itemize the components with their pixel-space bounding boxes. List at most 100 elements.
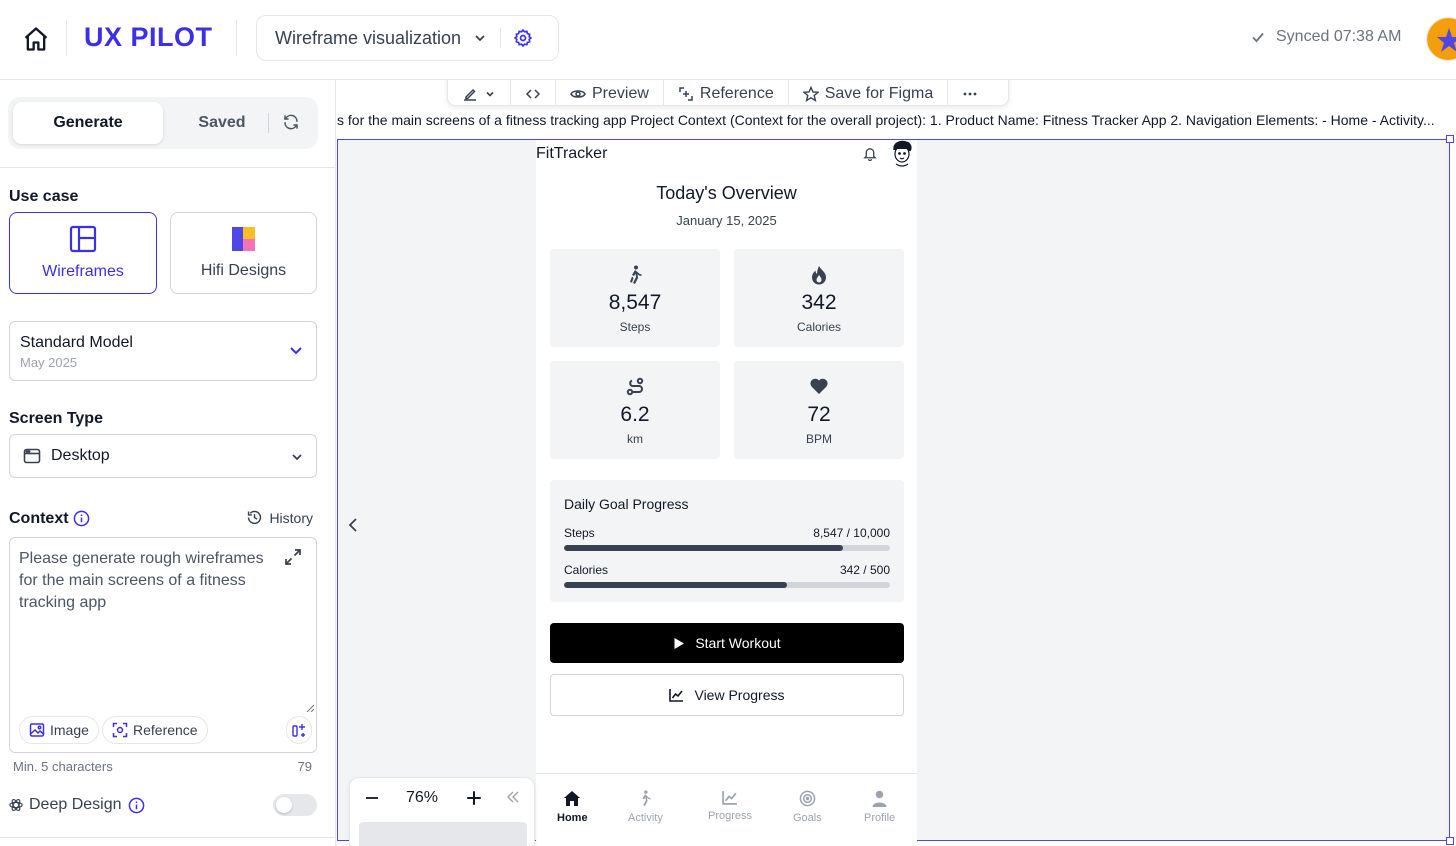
context-textarea[interactable]: Please generate rough wireframes for the… (9, 537, 317, 753)
nav-home[interactable]: Home (557, 790, 588, 824)
minimap-thumbnail[interactable] (359, 822, 527, 846)
prompt-preview: s for the main screens of a fitness trac… (337, 112, 1435, 128)
ai-enhance-button[interactable] (286, 716, 312, 744)
reference-chip-label: Reference (133, 722, 198, 738)
screen-type-selector[interactable]: Desktop (9, 434, 317, 478)
resize-handle[interactable] (1446, 135, 1454, 143)
character-count: 79 (297, 759, 312, 774)
chevron-left-icon[interactable] (345, 516, 361, 534)
model-version: May 2025 (20, 355, 78, 370)
route-icon (550, 377, 720, 397)
avatar[interactable] (890, 140, 914, 168)
heart-icon (734, 377, 904, 395)
use-case-wireframes-label: Wireframes (42, 263, 124, 280)
app-logo[interactable]: UX PILOT (84, 22, 213, 53)
play-icon (673, 637, 685, 650)
design-canvas[interactable]: Preview Reference Save for Figma s for t… (337, 80, 1456, 846)
context-text[interactable]: Please generate rough wireframes for the… (19, 548, 269, 614)
home-icon (563, 790, 581, 807)
goal-label: Calories (564, 563, 609, 577)
divider (0, 837, 336, 838)
calories-progress-bar (564, 582, 890, 588)
nav-activity[interactable]: Activity (628, 790, 663, 824)
star-icon (802, 86, 819, 102)
nav-goals[interactable]: Goals (793, 790, 822, 824)
image-icon (29, 722, 45, 738)
use-case-hifi-label: Hifi Designs (200, 262, 287, 279)
refresh-icon[interactable] (282, 113, 300, 131)
deep-design-label: Deep Design (29, 796, 122, 813)
left-sidebar: Generate Saved Use case Wireframes Hifi … (0, 80, 336, 846)
zoom-in-icon[interactable] (465, 789, 483, 807)
add-reference-button[interactable]: Reference (102, 716, 208, 744)
start-workout-button[interactable]: Start Workout (550, 623, 904, 663)
sparkle-icon (291, 722, 307, 738)
stat-label: Steps (619, 320, 651, 334)
view-progress-button[interactable]: View Progress (550, 674, 904, 716)
context-header: Context History (9, 508, 313, 530)
model-name: Standard Model (20, 334, 133, 351)
phone-screen: FitTracker Today's Overview January 15, … (536, 140, 917, 841)
stat-label: km (627, 432, 643, 446)
target-icon (799, 790, 816, 807)
phone-bottom-nav: Home Activity Progress Goals Profile (536, 773, 917, 841)
nav-progress[interactable]: Progress (708, 790, 752, 822)
info-icon[interactable] (128, 797, 145, 814)
history-label: History (269, 509, 313, 526)
resize-handle[interactable] (1446, 837, 1454, 845)
preview-button[interactable]: Preview (556, 80, 664, 105)
divider (500, 28, 502, 48)
goal-title: Daily Goal Progress (564, 496, 689, 512)
use-case-wireframes[interactable]: Wireframes (9, 212, 157, 294)
image-chip-label: Image (50, 722, 89, 738)
target-frame-icon (112, 722, 128, 738)
save-for-figma-button[interactable]: Save for Figma (789, 80, 949, 105)
history-button[interactable]: History (246, 509, 313, 526)
expand-icon[interactable] (284, 548, 302, 566)
home-icon[interactable] (22, 25, 50, 53)
code-button[interactable] (511, 80, 556, 105)
model-selector[interactable]: Standard Model May 2025 (9, 321, 317, 381)
stat-label: BPM (805, 432, 832, 446)
info-icon[interactable] (73, 510, 90, 527)
more-options-button[interactable] (948, 80, 992, 105)
deep-design-toggle[interactable] (273, 794, 317, 816)
nav-label: Progress (708, 810, 753, 822)
nav-profile[interactable]: Profile (864, 790, 895, 824)
steps-progress-bar (564, 545, 890, 551)
use-case-label: Use case (9, 188, 79, 205)
layout-icon (69, 225, 97, 253)
goal-label: Steps (564, 526, 595, 540)
bell-icon[interactable] (863, 146, 877, 161)
atom-icon (9, 798, 23, 812)
add-image-button[interactable]: Image (19, 716, 99, 744)
palette-icon (231, 226, 257, 252)
overview-date: January 15, 2025 (676, 213, 777, 228)
pencil-icon (462, 86, 478, 102)
more-horizontal-icon (962, 86, 978, 102)
edit-tool[interactable] (448, 80, 511, 105)
collapse-icon[interactable] (505, 789, 521, 805)
resize-grip-icon[interactable] (306, 704, 314, 712)
chevron-down-icon (288, 342, 304, 358)
nav-label: Activity (628, 812, 663, 824)
progress-fill (564, 582, 787, 588)
reference-button[interactable]: Reference (664, 80, 789, 105)
context-label: Context (9, 510, 69, 527)
avatar[interactable] (1426, 17, 1456, 61)
zoom-level[interactable]: 76% (406, 789, 438, 807)
stat-card-steps: 8,547 Steps (550, 249, 720, 347)
tab-generate[interactable]: Generate (13, 102, 163, 144)
zoom-control: 76% (349, 777, 535, 846)
sync-status-text: Synced 07:38 AM (1276, 28, 1402, 45)
chart-line-icon (669, 688, 684, 702)
goal-row-steps: Steps 8,547 / 10,000 (564, 526, 890, 540)
deep-design-row: Deep Design (9, 796, 145, 814)
zoom-out-icon[interactable] (364, 790, 380, 806)
tab-saved[interactable]: Saved (168, 102, 276, 144)
use-case-hifi-designs[interactable]: Hifi Designs (170, 212, 317, 294)
goal-row-calories: Calories 342 / 500 (564, 563, 890, 577)
nav-label: Home (557, 812, 588, 824)
gear-icon[interactable] (513, 28, 533, 48)
project-selector[interactable]: Wireframe visualization (256, 15, 559, 61)
